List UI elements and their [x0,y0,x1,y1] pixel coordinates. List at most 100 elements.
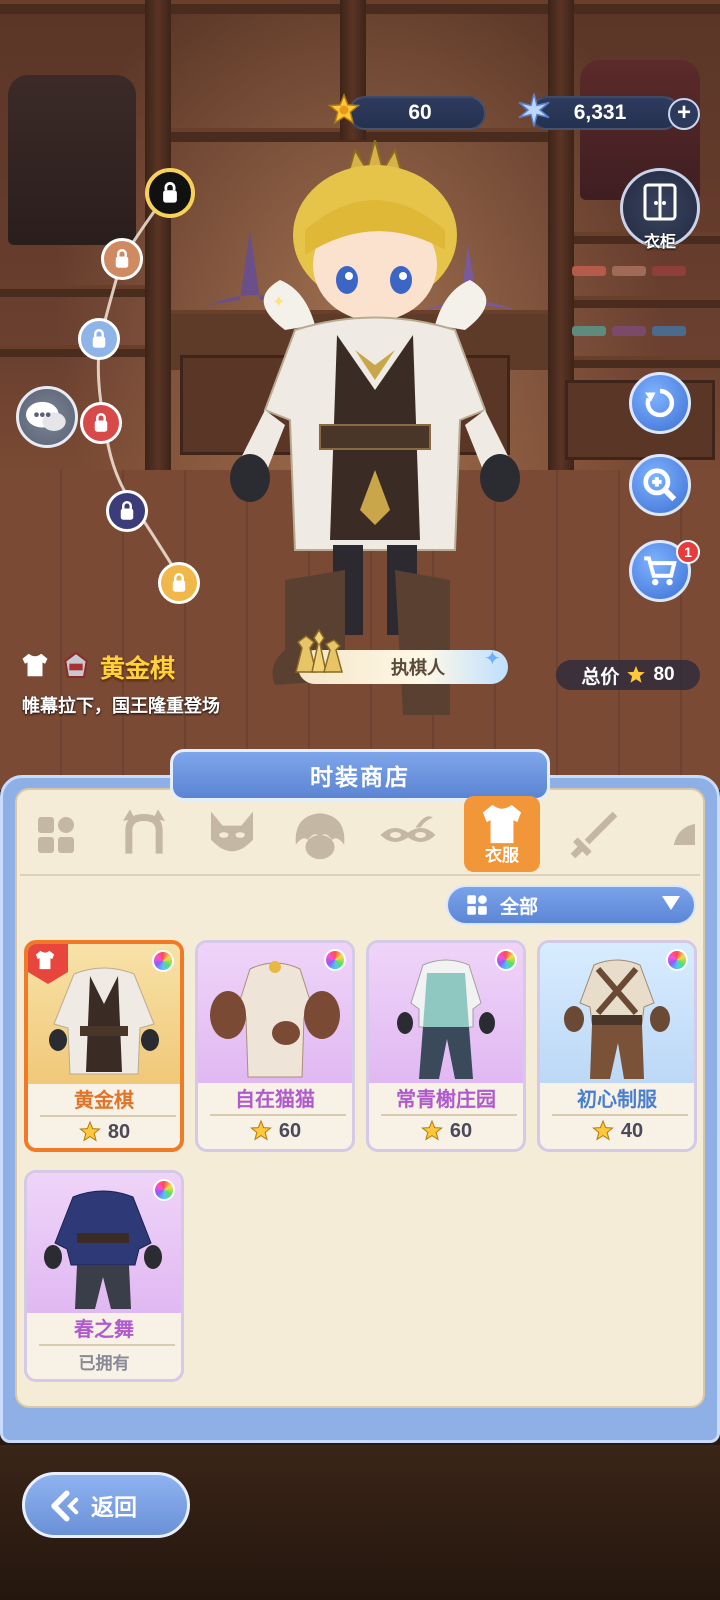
outfit-node-active[interactable] [145,168,195,218]
folded-clothes [652,326,686,336]
sparkle-icon: ✦ [484,648,501,670]
lock-icon [92,329,106,348]
item-name: 春之舞 [74,1319,134,1341]
folded-clothes [572,266,606,276]
color-variant-icon [495,949,517,971]
item-name: 自在猫猫 [235,1089,315,1111]
item-price-value: 60 [278,1119,302,1142]
owned-label: 已拥有 [78,1354,130,1373]
outfit-node[interactable] [106,490,148,532]
shop-item-card[interactable]: 常青榭庄园 60 [366,940,526,1152]
star-coin-icon [420,1119,443,1141]
outfit-node[interactable] [101,238,143,280]
star-coin-icon [249,1119,272,1141]
lock-icon [172,573,186,592]
divider [39,1344,175,1346]
coin-balance: 60 [348,96,486,130]
divider [40,1115,176,1117]
shop-item-card[interactable]: 初心制服 40 [537,940,697,1152]
star-coin-icon [327,92,361,125]
outfit-name: 黄金棋 [100,655,176,683]
back-button[interactable]: 返回 [22,1472,190,1538]
shelf [560,296,720,308]
shop-item-card[interactable]: 黄金棋 80 [24,940,184,1152]
category-tab-mask[interactable] [200,803,264,867]
add-gems-button[interactable]: + [668,98,700,130]
lock-icon [120,501,134,520]
chat-bubble-icon [26,401,66,431]
shirt-icon [35,950,55,970]
eyewear-icon [380,816,436,842]
zoom-in-icon [643,468,677,502]
gem-balance: 6,331 [530,96,680,130]
category-divider [20,874,700,876]
category-tab-weapon[interactable] [562,803,626,867]
star-coin-icon [78,1120,101,1142]
grid-icon [467,895,487,915]
item-name: 常青榭庄园 [396,1089,496,1111]
hair-icon [295,813,345,860]
cart-count-badge: 1 [676,540,700,564]
item-name: 黄金棋 [74,1090,134,1112]
shop-item-card[interactable]: 春之舞 已拥有 [24,1170,184,1382]
total-price: 总价 80 [556,660,700,690]
wardrobe-label: 衣柜 [643,234,676,251]
star-coin-icon [627,665,646,683]
folded-clothes [572,326,606,336]
color-variant-icon [324,949,346,971]
chevron-down-icon [662,896,680,910]
shirt-icon [22,653,48,677]
chess-pieces-icon [295,628,343,673]
more-icon [673,823,695,845]
category-tab-hair[interactable] [288,803,352,867]
item-price-value: 80 [107,1120,131,1143]
crystal-star-icon [518,93,550,127]
divider [210,1114,346,1116]
color-variant-icon [152,950,174,972]
back-label: 返回 [91,1494,137,1520]
filter-dropdown[interactable]: 全部 [446,885,696,925]
item-price: 60 [198,1119,352,1143]
item-price-value: 60 [449,1119,473,1142]
category-tab-all[interactable] [24,803,88,867]
folded-clothes [612,326,646,336]
back-arrow-icon [51,1490,79,1522]
outfit-node[interactable] [80,402,122,444]
divider [381,1114,517,1116]
cart-icon [644,556,677,586]
color-variant-icon [666,949,688,971]
rotate-button[interactable] [629,372,691,434]
outfit-node[interactable] [78,318,120,360]
shop-title: 时装商店 [170,749,550,801]
total-price-label: 总价 [581,666,620,688]
lock-icon [94,413,108,432]
shop-item-card[interactable]: 自在猫猫 60 [195,940,355,1152]
mask-icon [211,811,253,852]
color-variant-icon [153,1179,175,1201]
chess-crest-icon [64,651,88,678]
lock-icon [115,249,129,268]
rotate-icon [645,388,675,418]
category-tab-more[interactable] [650,803,700,867]
chat-button[interactable] [16,386,78,448]
outfit-path-line [96,189,177,571]
lock-icon [163,182,177,203]
category-tab-eyewear[interactable] [376,803,440,867]
zoom-button[interactable] [629,454,691,516]
title-tag-label: 执棋人 [391,658,445,678]
item-name: 初心制服 [577,1089,657,1111]
outfit-node[interactable] [158,562,200,604]
category-tab-headwear[interactable] [112,803,176,867]
total-price-value: 80 [653,664,675,685]
category-tab-label: 衣服 [485,845,519,865]
all-icon [38,817,74,853]
shelf [560,356,720,368]
divider [552,1114,688,1116]
item-price-value: 40 [620,1119,644,1142]
item-price: 80 [28,1120,180,1144]
item-price: 40 [540,1119,694,1143]
filter-label: 全部 [500,896,539,918]
category-tab-clothes[interactable]: 衣服 [464,796,540,872]
headwear-icon [123,809,165,854]
folded-clothes [652,266,686,276]
